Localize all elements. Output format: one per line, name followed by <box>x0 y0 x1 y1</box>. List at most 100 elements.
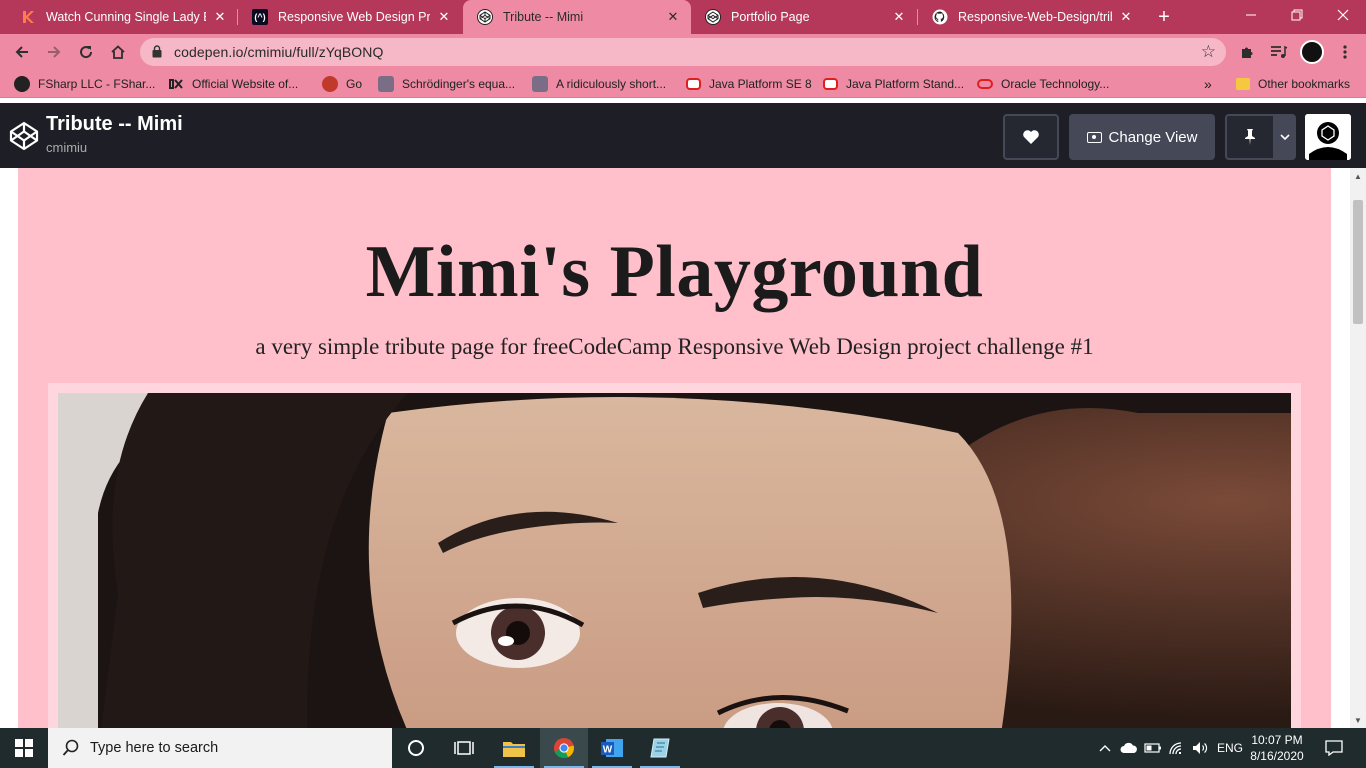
media-control-button[interactable] <box>1265 38 1293 66</box>
notepad-button[interactable] <box>636 728 684 768</box>
onedrive-button[interactable] <box>1118 728 1140 768</box>
bookmarks-overflow-button[interactable]: » <box>1204 76 1212 92</box>
pen-author[interactable]: cmimiu <box>46 140 87 155</box>
browser-menu-button[interactable] <box>1331 38 1359 66</box>
heart-icon <box>1023 130 1039 144</box>
lock-icon <box>152 45 162 58</box>
tab-close-icon[interactable]: ✕ <box>1118 9 1134 25</box>
bookmarks-bar: FSharp LLC - FShar... Official Website o… <box>0 70 1366 98</box>
bookmark-star-icon[interactable]: ☆ <box>1201 42 1216 62</box>
action-center-button[interactable] <box>1320 728 1348 768</box>
volume-button[interactable] <box>1190 728 1212 768</box>
home-icon <box>111 45 125 59</box>
scroll-up-arrow-icon[interactable]: ▲ <box>1354 172 1362 181</box>
close-window-button[interactable] <box>1320 0 1366 30</box>
user-avatar[interactable] <box>1305 114 1351 160</box>
task-view-button[interactable] <box>440 728 488 768</box>
bookmark-item[interactable]: A ridiculously short... <box>532 76 666 92</box>
chrome-icon <box>554 738 574 759</box>
scrollbar-thumb[interactable] <box>1353 200 1363 324</box>
tab-close-icon[interactable]: ✕ <box>212 9 228 25</box>
network-button[interactable] <box>1166 728 1188 768</box>
reload-icon <box>80 46 93 59</box>
home-button[interactable] <box>104 38 132 66</box>
cortana-circle-icon <box>408 740 424 756</box>
fsharp-icon <box>14 76 30 92</box>
kebab-menu-icon <box>1343 45 1347 59</box>
chrome-button[interactable] <box>540 728 588 768</box>
bookmark-item[interactable]: Oracle Technology... <box>977 76 1109 92</box>
codepen-logo-icon[interactable] <box>8 120 40 152</box>
tab-watch-cunning[interactable]: Watch Cunning Single Lady Ep ✕ <box>6 0 238 34</box>
svg-text:W: W <box>603 745 613 756</box>
new-tab-button[interactable]: + <box>1152 5 1176 29</box>
tab-close-icon[interactable]: ✕ <box>891 9 907 25</box>
bookmark-label: A ridiculously short... <box>556 77 667 91</box>
freecodecamp-favicon-icon: (^) <box>252 9 268 25</box>
windows-logo-icon <box>15 739 33 757</box>
tab-tribute-mimi[interactable]: Tribute -- Mimi ✕ <box>463 0 691 34</box>
bookmark-label: Other bookmarks <box>1258 77 1351 91</box>
bookmark-item[interactable]: Java Platform SE 8 <box>686 76 812 92</box>
bookmark-label: Java Platform SE 8 <box>709 77 812 91</box>
playlist-icon <box>1271 45 1288 58</box>
physics-icon <box>378 76 394 92</box>
change-view-button[interactable]: Change View <box>1069 114 1215 160</box>
tab-close-icon[interactable]: ✕ <box>436 9 452 25</box>
show-hidden-icons-button[interactable] <box>1096 728 1114 768</box>
tab-title: Tribute -- Mimi <box>503 10 584 24</box>
reload-button[interactable] <box>72 38 100 66</box>
word-button[interactable]: W <box>588 728 636 768</box>
scroll-down-arrow-icon[interactable]: ▼ <box>1354 716 1362 725</box>
forward-button[interactable] <box>40 38 68 66</box>
taskbar-search-box[interactable]: Type here to search <box>48 728 392 768</box>
bookmark-item[interactable]: Official Website of... <box>168 76 298 92</box>
love-button[interactable] <box>1003 114 1059 160</box>
bookmark-item[interactable]: Go <box>322 76 362 92</box>
battery-button[interactable] <box>1142 728 1164 768</box>
search-placeholder: Type here to search <box>90 740 219 756</box>
pen-title[interactable]: Tribute -- Mimi <box>46 113 183 136</box>
bookmark-label: Schrödinger's equa... <box>402 77 516 91</box>
back-button[interactable] <box>8 38 36 66</box>
tab-github-tribute[interactable]: Responsive-Web-Design/tribut ✕ <box>918 0 1144 34</box>
clock[interactable]: 10:07 PM 8/16/2020 <box>1246 732 1308 764</box>
file-explorer-button[interactable] <box>490 728 538 768</box>
bookmark-item[interactable]: Schrödinger's equa... <box>378 76 515 92</box>
extensions-button[interactable] <box>1233 38 1261 66</box>
tab-portfolio-page[interactable]: Portfolio Page ✕ <box>691 0 917 34</box>
pin-dropdown-button[interactable] <box>1273 114 1296 160</box>
bookmark-item[interactable]: Java Platform Stand... <box>823 76 964 92</box>
profile-button[interactable] <box>1298 38 1326 66</box>
url-text: codepen.io/cmimiu/full/zYqBONQ <box>174 44 384 60</box>
bookmark-label: Go <box>346 77 363 91</box>
bookmark-item[interactable]: FSharp LLC - FShar... <box>14 76 155 92</box>
pen-preview: Mimi's Playground a very simple tribute … <box>0 168 1350 728</box>
search-icon <box>62 739 79 756</box>
input-language-button[interactable]: ENG <box>1214 728 1246 768</box>
view-icon <box>1086 131 1102 143</box>
start-button[interactable] <box>0 728 48 768</box>
tab-responsive-web-design[interactable]: (^) Responsive Web Design Projec ✕ <box>238 0 462 34</box>
tab-close-icon[interactable]: ✕ <box>665 9 681 25</box>
bookmark-label: Oracle Technology... <box>1001 77 1110 91</box>
page-scrollbar[interactable]: ▲ ▼ <box>1350 168 1366 728</box>
change-view-label: Change View <box>1108 128 1198 146</box>
profile-avatar <box>1300 40 1324 64</box>
pin-button[interactable] <box>1225 114 1273 160</box>
tab-title: Responsive Web Design Projec <box>278 10 430 24</box>
page-title: Mimi's Playground <box>365 231 984 313</box>
word-icon: W <box>601 739 623 757</box>
tribute-main: Mimi's Playground a very simple tribute … <box>18 168 1331 728</box>
address-bar[interactable]: codepen.io/cmimiu/full/zYqBONQ ☆ <box>140 38 1226 66</box>
chevron-down-icon <box>1279 134 1290 140</box>
other-bookmarks[interactable]: Other bookmarks <box>1236 76 1350 92</box>
browser-toolbar: codepen.io/cmimiu/full/zYqBONQ ☆ <box>0 34 1366 70</box>
cortana-button[interactable] <box>392 728 440 768</box>
wifi-icon <box>1169 742 1182 755</box>
restore-button[interactable] <box>1274 0 1320 30</box>
speaker-icon <box>1193 742 1208 754</box>
portrait-image <box>58 393 1291 728</box>
minimize-button[interactable] <box>1228 0 1274 30</box>
k-favicon-icon <box>20 9 36 25</box>
